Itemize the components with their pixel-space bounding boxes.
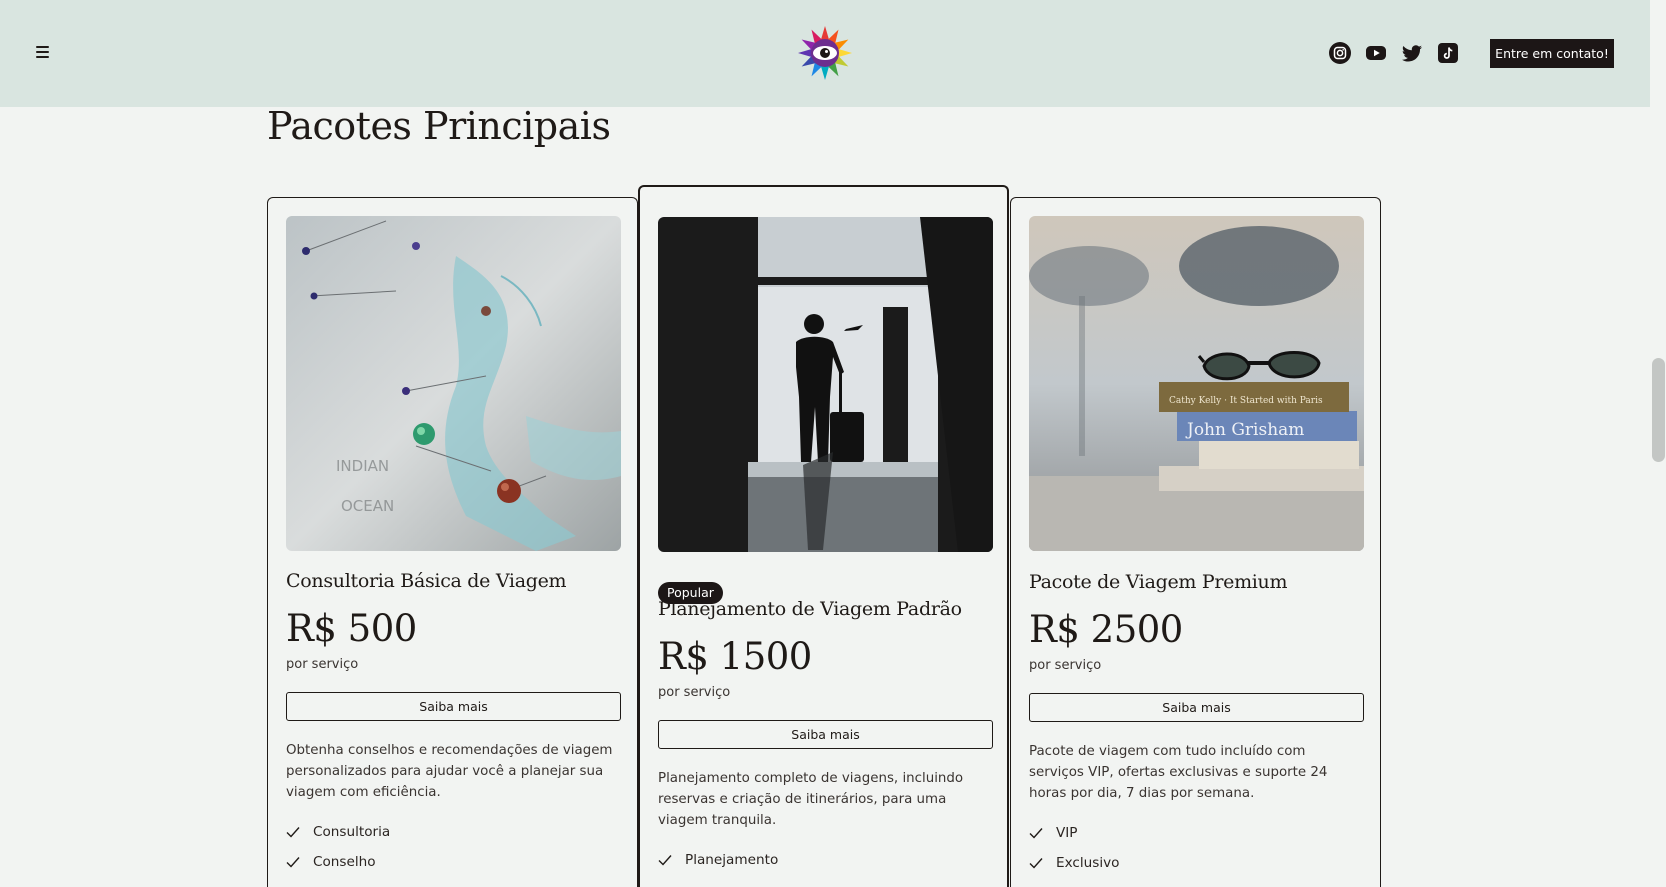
site-header: Entre em contato! xyxy=(0,0,1650,107)
card-price: R$ 1500 xyxy=(658,635,812,678)
check-icon xyxy=(286,827,300,838)
scrollbar-thumb[interactable] xyxy=(1652,358,1665,462)
card-price-unit: por serviço xyxy=(286,657,359,672)
youtube-icon[interactable] xyxy=(1365,42,1387,64)
card-price-unit: por serviço xyxy=(1029,658,1102,673)
scrollbar[interactable] xyxy=(1650,0,1666,875)
card-description: Obtenha conselhos e recomendações de via… xyxy=(286,743,613,800)
learn-more-button[interactable]: Saiba mais xyxy=(1029,693,1364,722)
card-description: Planejamento completo de viagens, inclui… xyxy=(658,771,964,828)
check-icon xyxy=(1029,858,1043,869)
svg-text:John Grisham: John Grisham xyxy=(1185,420,1304,440)
feature-label: VIP xyxy=(1056,825,1078,841)
feature-item: Planejamento xyxy=(658,850,778,870)
hamburger-menu-icon[interactable] xyxy=(36,46,50,58)
card-price-unit: por serviço xyxy=(658,685,731,700)
card-price: R$ 500 xyxy=(286,607,417,650)
check-icon xyxy=(286,857,300,868)
svg-text:INDIAN: INDIAN xyxy=(336,457,389,475)
feature-label: Conselho xyxy=(313,854,376,870)
package-card-standard: Popular Planejamento de Viagem Padrão R$… xyxy=(638,185,1009,887)
card-title: Pacote de Viagem Premium xyxy=(1029,571,1288,593)
twitter-icon[interactable] xyxy=(1401,42,1423,64)
check-icon xyxy=(658,855,672,866)
instagram-icon[interactable] xyxy=(1329,42,1351,64)
feature-label: Consultoria xyxy=(313,824,391,840)
feature-label: Planejamento xyxy=(685,852,779,868)
card-price: R$ 2500 xyxy=(1029,608,1183,651)
learn-more-button[interactable]: Saiba mais xyxy=(286,692,621,721)
feature-item: Conselho xyxy=(286,852,376,872)
feature-label: Exclusivo xyxy=(1056,855,1120,871)
card-image-sunglasses-books: John Grisham Cathy Kelly · It Started wi… xyxy=(1029,216,1364,551)
package-card-premium: John Grisham Cathy Kelly · It Started wi… xyxy=(1010,197,1381,887)
card-description: Pacote de viagem com tudo incluído com s… xyxy=(1029,744,1328,801)
card-title: Consultoria Básica de Viagem xyxy=(286,570,567,592)
feature-item: VIP xyxy=(1029,823,1078,843)
feature-item: Consultoria xyxy=(286,822,390,842)
card-image-traveler xyxy=(658,217,993,552)
rainbow-eye-logo[interactable] xyxy=(797,25,853,81)
check-icon xyxy=(1029,828,1043,839)
section-title: Pacotes Principais xyxy=(267,104,611,148)
card-title: Planejamento de Viagem Padrão xyxy=(658,598,962,620)
package-card-basic: INDIAN OCEAN Consultoria Básica de Viage… xyxy=(267,197,638,887)
feature-item: Exclusivo xyxy=(1029,853,1119,873)
contact-button[interactable]: Entre em contato! xyxy=(1490,39,1614,68)
learn-more-button[interactable]: Saiba mais xyxy=(658,720,993,749)
svg-text:OCEAN: OCEAN xyxy=(341,497,394,515)
tiktok-icon[interactable] xyxy=(1437,42,1459,64)
card-image-world-map: INDIAN OCEAN xyxy=(286,216,621,551)
svg-text:Cathy Kelly · It Started with: Cathy Kelly · It Started with Paris xyxy=(1169,396,1323,406)
